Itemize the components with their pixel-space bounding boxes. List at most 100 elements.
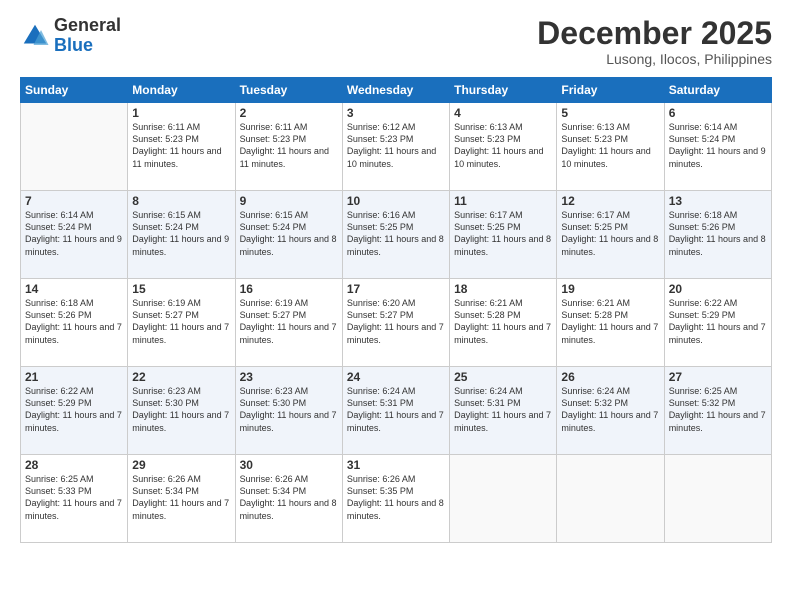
month-title: December 2025	[537, 16, 772, 51]
calendar-cell: 10Sunrise: 6:16 AM Sunset: 5:25 PM Dayli…	[342, 191, 449, 279]
day-number: 5	[561, 106, 659, 120]
day-number: 19	[561, 282, 659, 296]
day-info: Sunrise: 6:25 AM Sunset: 5:32 PM Dayligh…	[669, 385, 767, 434]
weekday-header: Thursday	[450, 78, 557, 103]
calendar-cell: 13Sunrise: 6:18 AM Sunset: 5:26 PM Dayli…	[664, 191, 771, 279]
logo-text: General Blue	[54, 16, 121, 56]
day-number: 9	[240, 194, 338, 208]
calendar-cell: 6Sunrise: 6:14 AM Sunset: 5:24 PM Daylig…	[664, 103, 771, 191]
day-number: 8	[132, 194, 230, 208]
logo-blue: Blue	[54, 36, 121, 56]
day-info: Sunrise: 6:11 AM Sunset: 5:23 PM Dayligh…	[132, 121, 230, 170]
day-number: 25	[454, 370, 552, 384]
calendar-cell	[557, 455, 664, 543]
calendar-cell: 25Sunrise: 6:24 AM Sunset: 5:31 PM Dayli…	[450, 367, 557, 455]
day-info: Sunrise: 6:16 AM Sunset: 5:25 PM Dayligh…	[347, 209, 445, 258]
calendar-cell: 23Sunrise: 6:23 AM Sunset: 5:30 PM Dayli…	[235, 367, 342, 455]
calendar-cell: 17Sunrise: 6:20 AM Sunset: 5:27 PM Dayli…	[342, 279, 449, 367]
day-info: Sunrise: 6:17 AM Sunset: 5:25 PM Dayligh…	[454, 209, 552, 258]
day-number: 28	[25, 458, 123, 472]
day-info: Sunrise: 6:23 AM Sunset: 5:30 PM Dayligh…	[132, 385, 230, 434]
calendar-cell: 20Sunrise: 6:22 AM Sunset: 5:29 PM Dayli…	[664, 279, 771, 367]
day-info: Sunrise: 6:21 AM Sunset: 5:28 PM Dayligh…	[454, 297, 552, 346]
calendar-cell: 19Sunrise: 6:21 AM Sunset: 5:28 PM Dayli…	[557, 279, 664, 367]
day-number: 3	[347, 106, 445, 120]
day-info: Sunrise: 6:14 AM Sunset: 5:24 PM Dayligh…	[25, 209, 123, 258]
day-number: 22	[132, 370, 230, 384]
day-number: 18	[454, 282, 552, 296]
location: Lusong, Ilocos, Philippines	[537, 51, 772, 67]
day-info: Sunrise: 6:11 AM Sunset: 5:23 PM Dayligh…	[240, 121, 338, 170]
day-info: Sunrise: 6:25 AM Sunset: 5:33 PM Dayligh…	[25, 473, 123, 522]
calendar-cell: 21Sunrise: 6:22 AM Sunset: 5:29 PM Dayli…	[21, 367, 128, 455]
calendar-week-row: 21Sunrise: 6:22 AM Sunset: 5:29 PM Dayli…	[21, 367, 772, 455]
calendar-cell: 14Sunrise: 6:18 AM Sunset: 5:26 PM Dayli…	[21, 279, 128, 367]
day-info: Sunrise: 6:18 AM Sunset: 5:26 PM Dayligh…	[669, 209, 767, 258]
calendar-cell: 24Sunrise: 6:24 AM Sunset: 5:31 PM Dayli…	[342, 367, 449, 455]
calendar-week-row: 1Sunrise: 6:11 AM Sunset: 5:23 PM Daylig…	[21, 103, 772, 191]
day-number: 15	[132, 282, 230, 296]
day-number: 23	[240, 370, 338, 384]
day-number: 24	[347, 370, 445, 384]
day-number: 29	[132, 458, 230, 472]
day-info: Sunrise: 6:23 AM Sunset: 5:30 PM Dayligh…	[240, 385, 338, 434]
calendar-cell: 18Sunrise: 6:21 AM Sunset: 5:28 PM Dayli…	[450, 279, 557, 367]
calendar-cell: 27Sunrise: 6:25 AM Sunset: 5:32 PM Dayli…	[664, 367, 771, 455]
logo-general: General	[54, 16, 121, 36]
day-info: Sunrise: 6:15 AM Sunset: 5:24 PM Dayligh…	[240, 209, 338, 258]
day-number: 31	[347, 458, 445, 472]
day-number: 7	[25, 194, 123, 208]
calendar-cell: 3Sunrise: 6:12 AM Sunset: 5:23 PM Daylig…	[342, 103, 449, 191]
calendar-cell: 5Sunrise: 6:13 AM Sunset: 5:23 PM Daylig…	[557, 103, 664, 191]
day-info: Sunrise: 6:17 AM Sunset: 5:25 PM Dayligh…	[561, 209, 659, 258]
weekday-header: Saturday	[664, 78, 771, 103]
calendar-week-row: 14Sunrise: 6:18 AM Sunset: 5:26 PM Dayli…	[21, 279, 772, 367]
day-number: 20	[669, 282, 767, 296]
day-number: 16	[240, 282, 338, 296]
day-info: Sunrise: 6:19 AM Sunset: 5:27 PM Dayligh…	[132, 297, 230, 346]
day-info: Sunrise: 6:19 AM Sunset: 5:27 PM Dayligh…	[240, 297, 338, 346]
day-number: 27	[669, 370, 767, 384]
weekday-header: Friday	[557, 78, 664, 103]
weekday-header: Wednesday	[342, 78, 449, 103]
calendar-cell: 29Sunrise: 6:26 AM Sunset: 5:34 PM Dayli…	[128, 455, 235, 543]
day-number: 1	[132, 106, 230, 120]
calendar-cell: 1Sunrise: 6:11 AM Sunset: 5:23 PM Daylig…	[128, 103, 235, 191]
calendar-cell	[664, 455, 771, 543]
day-info: Sunrise: 6:12 AM Sunset: 5:23 PM Dayligh…	[347, 121, 445, 170]
day-info: Sunrise: 6:13 AM Sunset: 5:23 PM Dayligh…	[454, 121, 552, 170]
day-info: Sunrise: 6:26 AM Sunset: 5:34 PM Dayligh…	[240, 473, 338, 522]
weekday-header: Monday	[128, 78, 235, 103]
title-block: December 2025 Lusong, Ilocos, Philippine…	[537, 16, 772, 67]
calendar-cell	[450, 455, 557, 543]
page: General Blue December 2025 Lusong, Iloco…	[0, 0, 792, 612]
day-info: Sunrise: 6:15 AM Sunset: 5:24 PM Dayligh…	[132, 209, 230, 258]
day-info: Sunrise: 6:24 AM Sunset: 5:32 PM Dayligh…	[561, 385, 659, 434]
calendar: SundayMondayTuesdayWednesdayThursdayFrid…	[20, 77, 772, 543]
calendar-cell: 8Sunrise: 6:15 AM Sunset: 5:24 PM Daylig…	[128, 191, 235, 279]
logo-icon	[20, 21, 50, 51]
day-info: Sunrise: 6:24 AM Sunset: 5:31 PM Dayligh…	[454, 385, 552, 434]
day-info: Sunrise: 6:18 AM Sunset: 5:26 PM Dayligh…	[25, 297, 123, 346]
calendar-cell: 7Sunrise: 6:14 AM Sunset: 5:24 PM Daylig…	[21, 191, 128, 279]
calendar-cell: 16Sunrise: 6:19 AM Sunset: 5:27 PM Dayli…	[235, 279, 342, 367]
day-info: Sunrise: 6:22 AM Sunset: 5:29 PM Dayligh…	[25, 385, 123, 434]
day-info: Sunrise: 6:21 AM Sunset: 5:28 PM Dayligh…	[561, 297, 659, 346]
logo: General Blue	[20, 16, 121, 56]
day-info: Sunrise: 6:26 AM Sunset: 5:34 PM Dayligh…	[132, 473, 230, 522]
calendar-cell: 30Sunrise: 6:26 AM Sunset: 5:34 PM Dayli…	[235, 455, 342, 543]
day-number: 12	[561, 194, 659, 208]
calendar-cell: 22Sunrise: 6:23 AM Sunset: 5:30 PM Dayli…	[128, 367, 235, 455]
calendar-cell: 31Sunrise: 6:26 AM Sunset: 5:35 PM Dayli…	[342, 455, 449, 543]
weekday-header: Sunday	[21, 78, 128, 103]
day-number: 14	[25, 282, 123, 296]
day-number: 4	[454, 106, 552, 120]
day-info: Sunrise: 6:22 AM Sunset: 5:29 PM Dayligh…	[669, 297, 767, 346]
day-info: Sunrise: 6:20 AM Sunset: 5:27 PM Dayligh…	[347, 297, 445, 346]
calendar-cell: 28Sunrise: 6:25 AM Sunset: 5:33 PM Dayli…	[21, 455, 128, 543]
calendar-cell: 15Sunrise: 6:19 AM Sunset: 5:27 PM Dayli…	[128, 279, 235, 367]
day-number: 26	[561, 370, 659, 384]
day-number: 10	[347, 194, 445, 208]
calendar-cell: 4Sunrise: 6:13 AM Sunset: 5:23 PM Daylig…	[450, 103, 557, 191]
calendar-week-row: 28Sunrise: 6:25 AM Sunset: 5:33 PM Dayli…	[21, 455, 772, 543]
